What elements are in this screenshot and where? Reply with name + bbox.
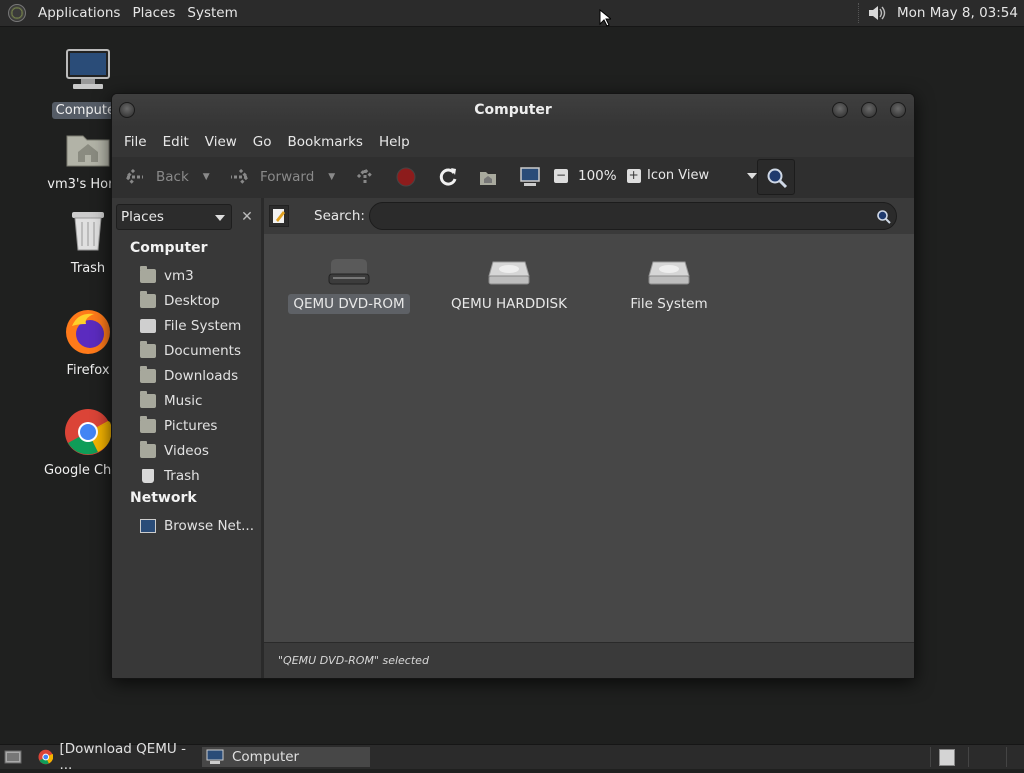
home-folder-icon bbox=[140, 266, 156, 283]
maximize-button[interactable] bbox=[861, 102, 877, 118]
back-button[interactable]: Back ▼ bbox=[124, 167, 210, 187]
search-label: Search: bbox=[314, 208, 365, 224]
sidebar-selector[interactable]: Places bbox=[116, 204, 232, 230]
search-icon bbox=[767, 168, 788, 189]
desktop-icon-label: Trash bbox=[70, 261, 106, 276]
sidebar-item-browse-network[interactable]: Browse Net... bbox=[140, 515, 254, 537]
file-item-dvd-rom[interactable]: QEMU DVD-ROM bbox=[284, 256, 414, 314]
file-view: Search: QEMU DVD-ROM QEMU HARDDISK File … bbox=[264, 198, 914, 678]
chevron-down-icon bbox=[747, 172, 758, 179]
harddisk-icon bbox=[488, 261, 530, 285]
home-icon[interactable] bbox=[478, 167, 498, 187]
reload-icon[interactable] bbox=[438, 166, 458, 188]
minimize-button[interactable] bbox=[832, 102, 848, 118]
stop-icon[interactable] bbox=[396, 167, 416, 187]
back-arrow-icon bbox=[124, 168, 143, 186]
menu-places[interactable]: Places bbox=[126, 5, 181, 21]
desktop-folder-icon bbox=[140, 291, 156, 308]
sidebar-item-music[interactable]: Music bbox=[140, 390, 202, 412]
menu-view[interactable]: View bbox=[197, 134, 245, 150]
sidebar-item-file-system[interactable]: File System bbox=[140, 315, 241, 337]
workspace-3[interactable] bbox=[1006, 747, 1024, 767]
search-bar: Search: bbox=[264, 198, 914, 234]
harddisk-icon bbox=[140, 319, 156, 333]
computer-icon[interactable] bbox=[519, 166, 541, 188]
mouse-cursor-icon bbox=[599, 9, 611, 27]
view-mode-select[interactable]: Icon View bbox=[647, 168, 758, 183]
panel-separator bbox=[857, 3, 861, 23]
menu-file[interactable]: File bbox=[116, 134, 155, 150]
status-text: "QEMU DVD-ROM" selected bbox=[278, 654, 429, 667]
status-bar: "QEMU DVD-ROM" selected bbox=[264, 642, 914, 678]
sidebar-item-desktop[interactable]: Desktop bbox=[140, 290, 220, 312]
menu-system[interactable]: System bbox=[181, 5, 243, 21]
workspace-1[interactable] bbox=[930, 747, 969, 767]
task-computer[interactable]: Computer bbox=[202, 747, 370, 767]
music-folder-icon bbox=[140, 391, 156, 408]
task-chrome[interactable]: [Download QEMU - ... bbox=[34, 741, 198, 773]
sidebar-heading-network: Network bbox=[130, 490, 197, 506]
zoom-level: 100% bbox=[578, 168, 617, 184]
desktop-icon-label: Firefox bbox=[66, 363, 110, 378]
menu-help[interactable]: Help bbox=[371, 134, 418, 150]
sidebar-item-downloads[interactable]: Downloads bbox=[140, 365, 238, 387]
edit-icon[interactable] bbox=[269, 205, 289, 227]
search-input[interactable] bbox=[369, 202, 897, 230]
sidebar-item-trash[interactable]: Trash bbox=[140, 465, 200, 487]
back-history-icon[interactable]: ▼ bbox=[203, 172, 210, 182]
toolbar: Back ▼ Forward ▼ − 100% + Icon View bbox=[112, 157, 914, 199]
chevron-down-icon bbox=[215, 215, 225, 221]
main-menu-icon[interactable] bbox=[8, 4, 26, 22]
computer-icon bbox=[206, 749, 224, 764]
menu-edit[interactable]: Edit bbox=[155, 134, 197, 150]
downloads-folder-icon bbox=[140, 366, 156, 383]
search-icon[interactable] bbox=[876, 209, 892, 225]
harddisk-icon bbox=[648, 261, 690, 285]
sidebar-item-pictures[interactable]: Pictures bbox=[140, 415, 217, 437]
clock[interactable]: Mon May 8, 03:54 bbox=[897, 5, 1024, 21]
file-manager-window: Computer File Edit View Go Bookmarks Hel… bbox=[111, 93, 915, 679]
file-item-harddisk[interactable]: QEMU HARDDISK bbox=[444, 256, 574, 314]
documents-folder-icon bbox=[140, 341, 156, 358]
zoom-in-button[interactable]: + bbox=[626, 169, 641, 183]
window-title: Computer bbox=[474, 102, 552, 118]
zoom-control: − 100% + bbox=[554, 168, 641, 184]
network-icon bbox=[140, 519, 156, 533]
pictures-folder-icon bbox=[140, 416, 156, 433]
volume-icon[interactable] bbox=[867, 4, 887, 22]
workspace-2[interactable] bbox=[968, 747, 1007, 767]
zoom-out-button[interactable]: − bbox=[554, 169, 568, 183]
sidebar-heading-computer: Computer bbox=[130, 240, 208, 256]
chrome-icon bbox=[38, 749, 54, 765]
up-arrow-icon[interactable] bbox=[355, 167, 375, 187]
sidebar: Places ✕ Computer vm3 Desktop File Syste… bbox=[112, 198, 264, 678]
trash-icon bbox=[142, 469, 154, 483]
close-sidebar-button[interactable]: ✕ bbox=[236, 204, 258, 230]
computer-icon bbox=[40, 46, 136, 100]
forward-button[interactable]: Forward ▼ bbox=[228, 167, 335, 187]
sidebar-item-videos[interactable]: Videos bbox=[140, 440, 209, 462]
menu-bookmarks[interactable]: Bookmarks bbox=[280, 134, 371, 150]
videos-folder-icon bbox=[140, 441, 156, 458]
menubar: File Edit View Go Bookmarks Help bbox=[112, 127, 914, 157]
sidebar-item-documents[interactable]: Documents bbox=[140, 340, 241, 362]
forward-history-icon[interactable]: ▼ bbox=[328, 172, 335, 182]
search-toggle-button[interactable] bbox=[757, 159, 795, 195]
bottom-panel: [Download QEMU - ... Computer bbox=[0, 741, 1024, 773]
forward-arrow-icon bbox=[231, 168, 250, 186]
menu-go[interactable]: Go bbox=[245, 134, 280, 150]
menu-applications[interactable]: Applications bbox=[32, 5, 126, 21]
window-titlebar[interactable]: Computer bbox=[112, 94, 914, 127]
top-panel: Applications Places System Mon May 8, 03… bbox=[0, 0, 1024, 27]
sidebar-item-vm3[interactable]: vm3 bbox=[140, 265, 194, 287]
optical-drive-icon bbox=[328, 259, 370, 285]
close-button[interactable] bbox=[890, 102, 906, 118]
window-menu-icon[interactable] bbox=[119, 102, 135, 118]
show-desktop-icon[interactable] bbox=[4, 749, 22, 765]
file-item-file-system[interactable]: File System bbox=[604, 256, 734, 314]
